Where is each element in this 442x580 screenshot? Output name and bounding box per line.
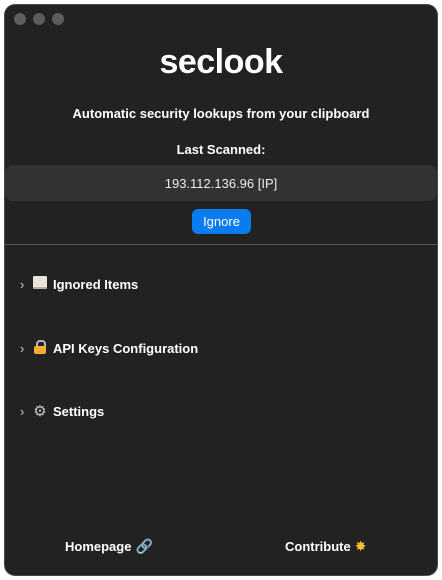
api-keys-disclosure[interactable]: › API Keys Configuration (20, 340, 198, 357)
app-title: seclook (159, 43, 283, 81)
chevron-right-icon: › (20, 341, 25, 356)
chevron-right-icon: › (20, 276, 25, 292)
divider (5, 244, 437, 245)
minimize-window-button[interactable] (33, 13, 45, 25)
close-window-button[interactable] (14, 13, 26, 25)
homepage-link[interactable]: Homepage 🔗 (65, 538, 153, 555)
link-icon: 🔗 (135, 538, 153, 554)
ignore-button[interactable]: Ignore (192, 209, 251, 234)
gear-icon: ⚙ (33, 403, 47, 420)
last-scanned-value-box: 193.112.136.96 [IP] (5, 165, 437, 201)
book-icon (30, 276, 50, 292)
ignored-items-label: Ignored Items (53, 276, 139, 292)
window-controls (14, 13, 64, 25)
ignored-items-disclosure[interactable]: › Ignored Items (20, 276, 138, 292)
last-scanned-label: Last Scanned: (176, 142, 266, 157)
app-tagline: Automatic security lookups from your cli… (72, 106, 370, 121)
contribute-label: Contribute (285, 539, 351, 554)
star-icon: ✸ (354, 538, 367, 554)
homepage-label: Homepage (65, 539, 132, 554)
api-keys-label: API Keys Configuration (53, 341, 199, 356)
contribute-link[interactable]: Contribute ✸ (285, 538, 366, 555)
chevron-right-icon: › (20, 404, 25, 419)
settings-disclosure[interactable]: › ⚙ Settings (20, 404, 104, 419)
lock-with-key-icon (30, 340, 50, 357)
app-window: seclook Automatic security lookups from … (5, 5, 437, 575)
settings-label: Settings (53, 404, 105, 419)
zoom-window-button[interactable] (52, 13, 64, 25)
last-scanned-value: 193.112.136.96 [IP] (164, 175, 278, 191)
